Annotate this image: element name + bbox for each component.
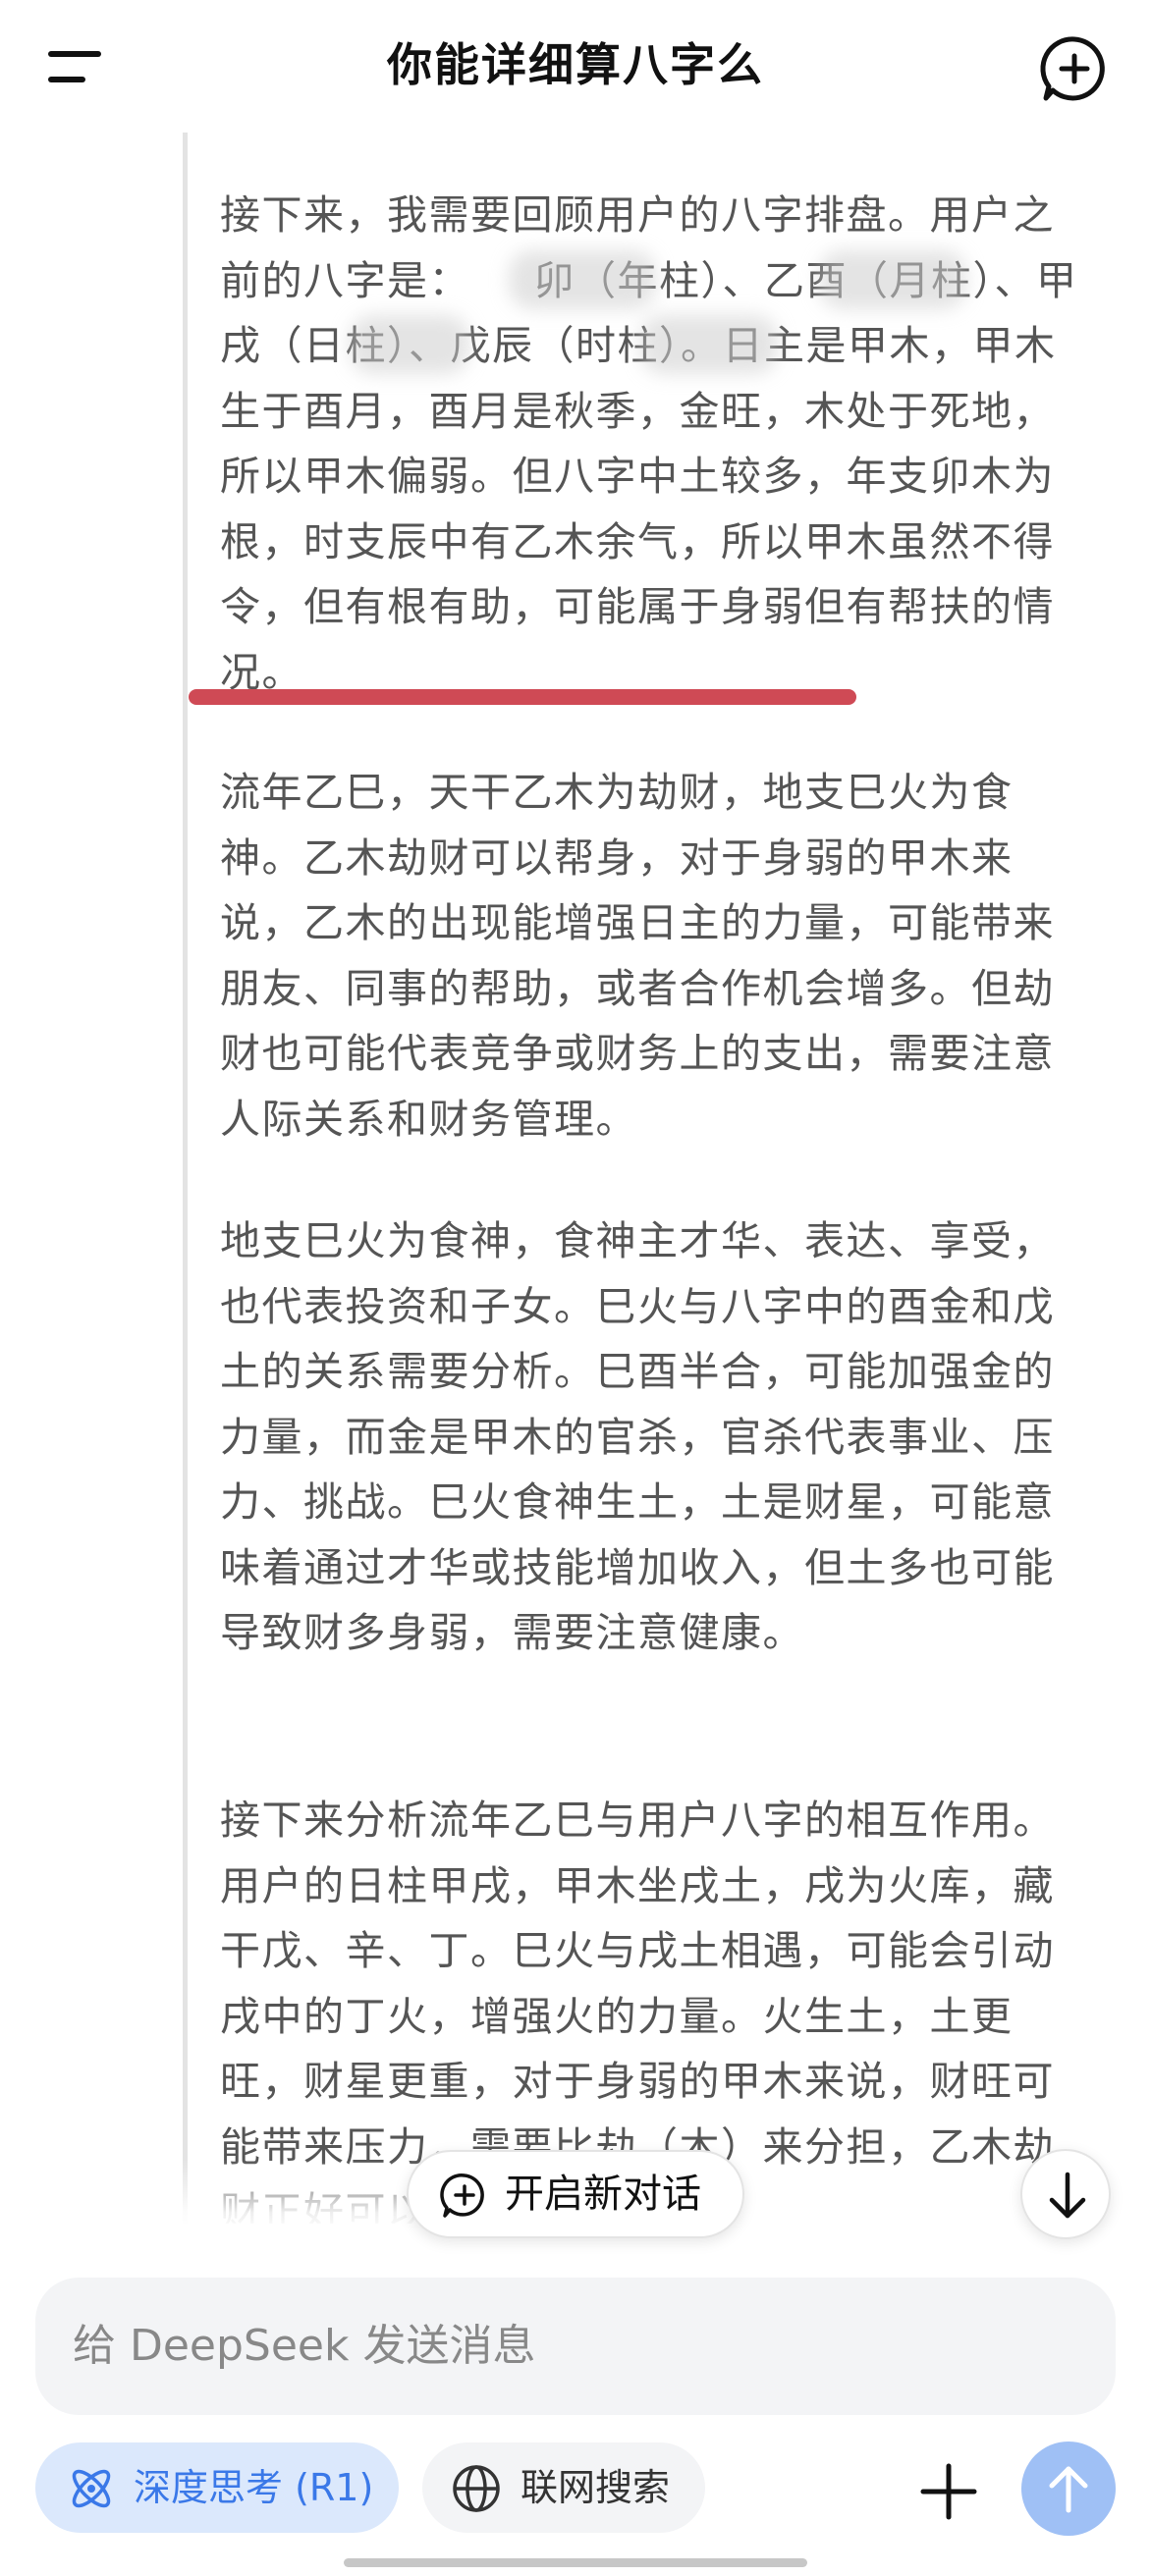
chat-content[interactable]: 接下来，我需要回顾用户的八字排盘。用户之前的八字是： 卯（年柱）、乙酉（月柱）、…: [0, 133, 1151, 2224]
new-conversation-button[interactable]: 开启新对话: [407, 2150, 744, 2238]
scroll-to-bottom-button[interactable]: [1020, 2149, 1111, 2239]
redaction-blur: [819, 250, 966, 309]
message-input-placeholder: 给 DeepSeek 发送消息: [73, 2321, 536, 2371]
page-title: 你能详细算八字么: [387, 38, 764, 91]
redaction-blur: [509, 250, 656, 309]
redaction-blur: [350, 315, 469, 374]
message-input[interactable]: 给 DeepSeek 发送消息: [35, 2278, 1116, 2415]
top-bar: 你能详细算八字么: [0, 0, 1151, 133]
new-chat-button[interactable]: [1037, 31, 1112, 106]
menu-icon: [48, 51, 101, 57]
attach-button[interactable]: [911, 2454, 986, 2529]
thinking-paragraph: 地支巳火为食神，食神主才华、表达、享受，也代表投资和子女。巳火与八字中的酉金和戊…: [220, 1217, 1055, 1656]
deep-think-toggle[interactable]: 深度思考 (R1): [35, 2442, 399, 2533]
deep-think-label: 深度思考 (R1): [134, 2466, 374, 2509]
web-search-toggle[interactable]: 联网搜索: [422, 2442, 705, 2533]
new-chat-icon: [1040, 36, 1105, 101]
web-search-label: 联网搜索: [521, 2466, 671, 2509]
send-button[interactable]: [1021, 2442, 1116, 2536]
new-chat-icon: [440, 2174, 484, 2218]
arrow-up-icon: [1049, 2466, 1088, 2513]
menu-icon-bar: [48, 77, 85, 82]
thinking-quote-bar: [183, 133, 188, 2224]
plus-icon: [920, 2463, 977, 2520]
menu-button[interactable]: [39, 41, 110, 90]
new-conversation-label: 开启新对话: [505, 2172, 701, 2217]
thinking-paragraph: 流年乙巳，天干乙木为劫财，地支巳火为食神。乙木劫财可以帮身，对于身弱的甲木来说，…: [220, 769, 1055, 1143]
home-indicator: [344, 2558, 807, 2567]
atom-icon: [72, 2469, 111, 2508]
redaction-blur: [640, 315, 778, 374]
arrow-down-icon: [1049, 2172, 1086, 2219]
highlight-underline: [189, 689, 856, 705]
globe-icon: [453, 2465, 500, 2512]
